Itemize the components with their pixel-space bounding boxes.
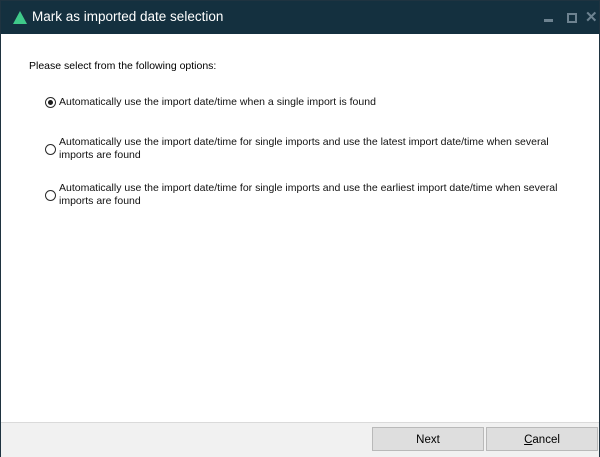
next-button[interactable]: Next [372, 427, 484, 451]
option-label[interactable]: Automatically use the import date/time f… [59, 136, 584, 161]
radio-single-import[interactable] [45, 97, 56, 108]
radio-latest-import[interactable] [45, 144, 56, 155]
app-triangle-icon [13, 11, 27, 24]
dialog-content: Please select from the following options… [1, 34, 599, 422]
window-title: Mark as imported date selection [32, 9, 224, 24]
options-prompt: Please select from the following options… [29, 60, 217, 72]
cancel-button[interactable]: Cancel [486, 427, 598, 451]
minimize-icon[interactable] [541, 10, 557, 26]
title-bar[interactable]: Mark as imported date selection ✕ [1, 1, 599, 34]
dialog-window: Mark as imported date selection ✕ Please… [0, 0, 600, 457]
maximize-icon[interactable] [564, 10, 580, 26]
cancel-label-rest: ancel [532, 434, 560, 446]
close-icon[interactable]: ✕ [585, 10, 600, 26]
option-label[interactable]: Automatically use the import date/time w… [59, 96, 584, 109]
option-label[interactable]: Automatically use the import date/time f… [59, 182, 584, 207]
dialog-footer: Next Cancel [1, 422, 599, 457]
radio-earliest-import[interactable] [45, 190, 56, 201]
